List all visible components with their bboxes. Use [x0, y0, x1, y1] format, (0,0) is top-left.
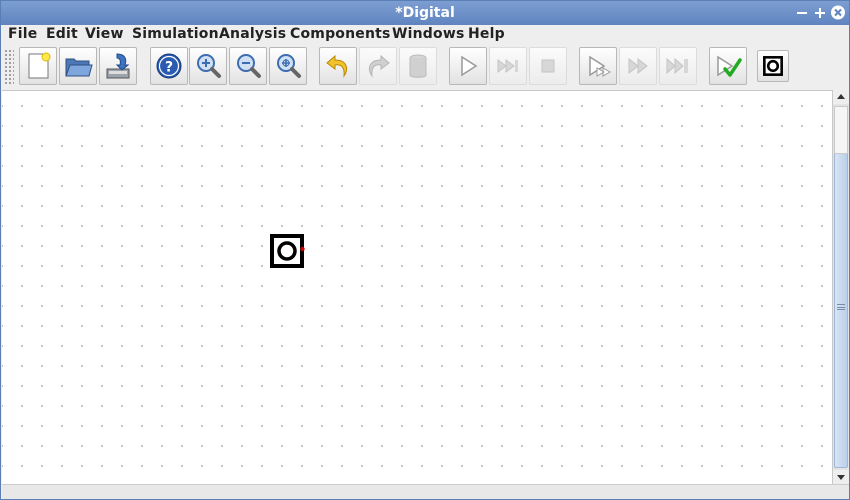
zoom-in-button[interactable] — [189, 47, 227, 85]
play-icon — [461, 55, 478, 77]
run-tests-button[interactable] — [709, 47, 747, 85]
scroll-grip-icon — [837, 304, 845, 310]
menu-components[interactable]: Components — [290, 26, 391, 42]
menu-windows[interactable]: Windows — [392, 26, 465, 42]
menu-help[interactable]: Help — [468, 26, 505, 42]
io-component[interactable] — [270, 234, 305, 268]
start-simulation-button[interactable] — [449, 47, 487, 85]
menu-bar: File Edit View Simulation Analysis Compo… — [1, 25, 849, 45]
new-file-icon — [28, 52, 51, 79]
step-button[interactable] — [489, 47, 527, 85]
menu-view[interactable]: View — [85, 26, 124, 42]
test-check-icon — [717, 55, 742, 77]
scroll-down-button[interactable] — [833, 470, 849, 484]
arrow-down-icon — [837, 475, 845, 480]
stop-button[interactable] — [529, 47, 567, 85]
menu-simulation[interactable]: Simulation — [132, 26, 219, 42]
close-button[interactable] — [830, 4, 846, 21]
menu-file[interactable]: File — [8, 26, 37, 42]
scroll-thumb[interactable] — [834, 106, 848, 468]
redo-button[interactable] — [359, 47, 397, 85]
app-window: *Digital File Edit View Simulation Analy… — [0, 0, 850, 500]
scroll-up-button[interactable] — [833, 90, 849, 104]
toolbar: ? — [1, 45, 849, 89]
fast-forward-icon — [628, 57, 648, 75]
delete-button[interactable] — [399, 47, 437, 85]
stop-icon — [541, 59, 555, 73]
save-button[interactable] — [99, 47, 137, 85]
skip-end-button[interactable] — [659, 47, 697, 85]
zoom-out-icon — [237, 54, 261, 78]
skip-end-icon — [666, 57, 688, 75]
undo-button[interactable] — [319, 47, 357, 85]
title-bar[interactable]: *Digital — [1, 1, 849, 25]
help-button[interactable]: ? — [150, 47, 188, 85]
zoom-fit-button[interactable] — [269, 47, 307, 85]
zoom-out-button[interactable] — [229, 47, 267, 85]
maximize-icon — [815, 8, 825, 18]
window-title: *Digital — [395, 5, 455, 21]
run-to-break-button[interactable] — [579, 47, 617, 85]
open-folder-icon — [65, 58, 93, 77]
component-shortcut-button[interactable] — [757, 50, 789, 82]
undo-icon — [326, 54, 348, 78]
minimize-button[interactable] — [794, 4, 810, 21]
fast-forward-button[interactable] — [619, 47, 657, 85]
help-icon: ? — [156, 53, 182, 79]
save-icon — [106, 53, 130, 79]
io-component-icon — [270, 234, 305, 268]
step-forward-icon — [497, 59, 518, 73]
vertical-scrollbar[interactable] — [832, 90, 849, 484]
menu-analysis[interactable]: Analysis — [219, 26, 286, 42]
minimize-icon — [797, 12, 807, 14]
zoom-fit-icon — [277, 54, 301, 78]
redo-icon — [368, 54, 390, 78]
component-shortcut-icon — [763, 56, 783, 76]
arrow-up-icon — [837, 94, 845, 99]
menu-edit[interactable]: Edit — [46, 26, 78, 42]
toolbar-grip[interactable] — [4, 49, 14, 85]
open-button[interactable] — [59, 47, 97, 85]
run-to-break-icon — [589, 55, 612, 77]
output-pin — [300, 246, 305, 252]
circuit-canvas[interactable] — [2, 90, 832, 484]
new-button[interactable] — [19, 47, 57, 85]
delete-icon — [409, 54, 427, 78]
close-icon — [831, 5, 845, 20]
svg-text:?: ? — [165, 60, 173, 76]
zoom-in-icon — [197, 54, 221, 78]
horizontal-scroll-area — [2, 484, 849, 499]
scroll-track-segment — [834, 106, 848, 154]
maximize-button[interactable] — [812, 4, 828, 21]
